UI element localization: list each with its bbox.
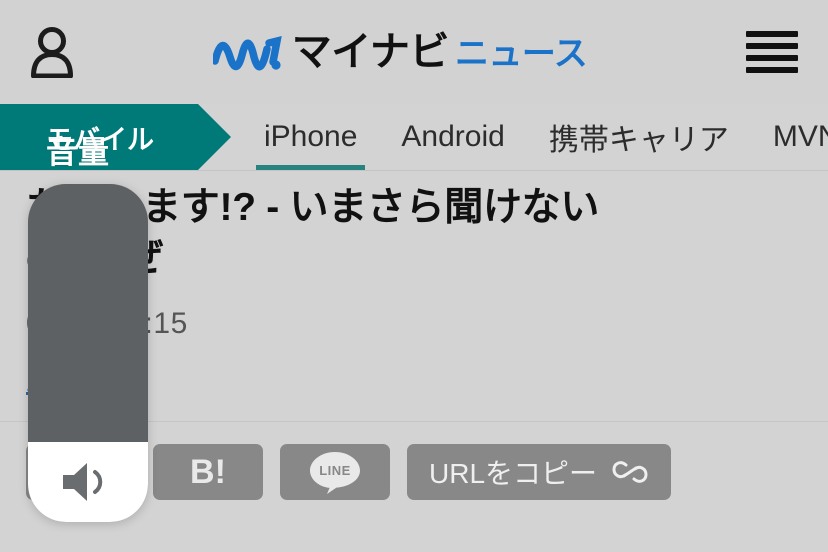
- volume-overlay-label: 音量: [46, 135, 110, 170]
- person-icon: [31, 27, 73, 78]
- site-logo[interactable]: マイナビ ニュース: [212, 31, 588, 73]
- category-item-label: 携帯キャリア: [548, 124, 729, 157]
- share-hatena-button[interactable]: B!: [153, 444, 263, 500]
- svg-text:LINE: LINE: [319, 463, 351, 478]
- hamburger-bar: [745, 43, 798, 49]
- category-item-list: iPhone Android 携帯キャリア MVNO: [242, 104, 828, 170]
- hamburger-bar: [745, 31, 798, 37]
- volume-slider-fill: [28, 442, 148, 522]
- category-item-carrier[interactable]: 携帯キャリア: [527, 104, 751, 170]
- link-chain-icon: [612, 461, 648, 483]
- hamburger-menu-icon[interactable]: [745, 29, 798, 75]
- category-item-label: MVNO: [772, 120, 828, 153]
- category-item-mvno[interactable]: MVNO: [751, 104, 828, 170]
- logo-sub-text: ニュース: [454, 35, 588, 73]
- category-item-label: iPhone: [264, 120, 358, 153]
- category-item-android[interactable]: Android: [379, 104, 526, 170]
- logo-text: マイナビ ニュース: [292, 32, 588, 72]
- share-copy-url-button[interactable]: URLをコピー: [407, 444, 672, 500]
- logo-main-text: マイナビ: [291, 30, 450, 74]
- site-header: マイナビ ニュース: [0, 0, 828, 104]
- speaker-volume-icon: [63, 463, 103, 501]
- category-item-label: Android: [401, 120, 505, 153]
- share-line-button[interactable]: LINE: [280, 444, 390, 500]
- account-button[interactable]: [28, 26, 76, 78]
- category-item-iphone[interactable]: iPhone: [242, 104, 379, 170]
- hatena-bookmark-icon: B!: [190, 453, 226, 491]
- volume-slider[interactable]: [28, 184, 148, 522]
- page-root: マイナビ ニュース モバイル iPhone Android 携帯キャリア MV …: [0, 0, 828, 552]
- hamburger-bar: [745, 67, 798, 73]
- line-bubble-icon: LINE: [310, 452, 360, 494]
- hamburger-bar: [745, 55, 798, 61]
- category-nav: モバイル iPhone Android 携帯キャリア MVNO: [0, 104, 828, 171]
- copy-url-label: URLをコピー: [429, 458, 598, 489]
- mynavi-wave-logo-icon: [212, 35, 282, 71]
